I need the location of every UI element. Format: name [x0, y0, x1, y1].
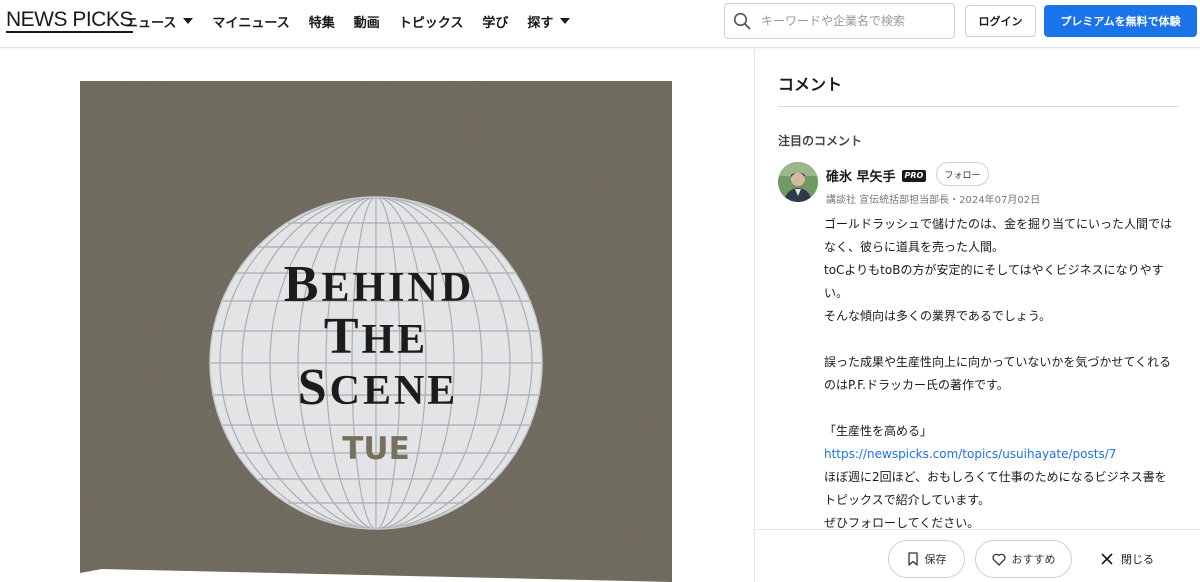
- save-button[interactable]: 保存: [888, 540, 965, 578]
- nav-item-label: 学び: [482, 15, 509, 31]
- nav-item-label: ニュース: [125, 15, 177, 31]
- author-meta: 講談社 宣伝統括部担当部長・2024年07月02日: [826, 195, 1041, 206]
- nav-item-my-news[interactable]: マイニュース: [212, 12, 289, 31]
- comment-paragraph: ほぼ週に2回ほど、おもしろくて仕事のためになるビジネス書をトピックスで紹介してい…: [824, 470, 1167, 507]
- recommend-button[interactable]: おすすめ: [975, 540, 1072, 578]
- person-avatar-image: [778, 162, 818, 202]
- main-nav: ニュース マイニュース 特集 動画 トピックス 学び 探す: [125, 0, 589, 42]
- comment-paragraph: toCよりもtoBの方が安定的にそしてはやくビジネスになりやすい。: [824, 263, 1164, 300]
- nav-item-explore[interactable]: 探す: [527, 12, 571, 31]
- save-label: 保存: [924, 553, 947, 566]
- episode-artwork: BEHIND THE SCENE TUE: [80, 81, 672, 582]
- comment-paragraph: 「生産性を高める」: [824, 424, 933, 438]
- avatar[interactable]: [778, 162, 818, 202]
- comment-paragraph: ゴールドラッシュで儲けたのは、金を掘り当てにいった人間ではなく、彼らに道具を売っ…: [824, 217, 1173, 254]
- search-icon: [733, 12, 751, 30]
- nav-item-label: 動画: [353, 15, 380, 31]
- artwork-title-line: BEHIND: [284, 256, 474, 313]
- follow-button[interactable]: フォロー: [936, 162, 989, 186]
- comments-panel: コメント 注目のコメント 碓氷 早矢手 PRO フォロー 講談社 宣伝統括部担当…: [754, 49, 1200, 582]
- comments-heading: コメント: [778, 75, 843, 94]
- close-label: 閉じる: [1121, 553, 1154, 566]
- nav-item-label: トピックス: [398, 15, 464, 31]
- close-icon: [1101, 553, 1113, 565]
- premium-trial-button[interactable]: プレミアムを無料で体験: [1044, 5, 1197, 37]
- nav-item-features[interactable]: 特集: [309, 12, 335, 31]
- artwork-title-line: SCENE: [298, 359, 459, 416]
- search-input[interactable]: [761, 14, 946, 28]
- chevron-down-icon: [183, 18, 194, 24]
- newspicks-logo[interactable]: NEWS PICKS: [6, 9, 133, 33]
- login-button[interactable]: ログイン: [965, 5, 1036, 37]
- featured-comments-label: 注目のコメント: [778, 134, 863, 148]
- close-button[interactable]: 閉じる: [1101, 540, 1154, 578]
- author-name: 碓氷 早矢手: [826, 170, 896, 185]
- nav-item-label: 探す: [527, 15, 554, 31]
- nav-item-learning[interactable]: 学び: [482, 12, 508, 31]
- divider: [778, 106, 1178, 107]
- chevron-down-icon: [560, 18, 571, 24]
- nav-item-videos[interactable]: 動画: [354, 12, 380, 31]
- search-box[interactable]: [724, 3, 955, 39]
- comment-link[interactable]: https://newspicks.com/topics/usuihayate/…: [824, 447, 1116, 461]
- action-bar: 保存 おすすめ 閉じる: [754, 529, 1200, 582]
- comment-body: ゴールドラッシュで儲けたのは、金を掘り当てにいった人間ではなく、彼らに道具を売っ…: [824, 213, 1176, 535]
- comment-paragraph: そんな傾向は多くの業界であるでしょう。: [824, 309, 1052, 323]
- artwork-day-label: TUE: [342, 431, 410, 467]
- nav-item-label: 特集: [308, 15, 335, 31]
- media-pane: BEHIND THE SCENE TUE: [0, 49, 754, 582]
- artwork-canvas: BEHIND THE SCENE TUE: [80, 81, 672, 582]
- comment-author[interactable]: 碓氷 早矢手 PRO: [826, 166, 927, 185]
- artwork-title-line: THE: [324, 308, 428, 365]
- recommend-label: おすすめ: [1011, 553, 1056, 566]
- nav-item-topics[interactable]: トピックス: [399, 12, 464, 31]
- comment-blank-line: [824, 328, 1176, 351]
- comment-blank-line: [824, 397, 1176, 420]
- nav-item-news[interactable]: ニュース: [125, 12, 194, 31]
- comment-paragraph: 誤った成果や生産性向上に向かっていないかを気づかせてくれるのはP.F.ドラッカー…: [824, 355, 1172, 392]
- bookmark-icon: [907, 552, 918, 566]
- pro-badge: PRO: [901, 169, 927, 182]
- nav-item-label: マイニュース: [212, 15, 290, 31]
- heart-icon: [991, 553, 1006, 566]
- top-header: NEWS PICKS ニュース マイニュース 特集 動画 トピックス 学び 探す: [0, 0, 1200, 48]
